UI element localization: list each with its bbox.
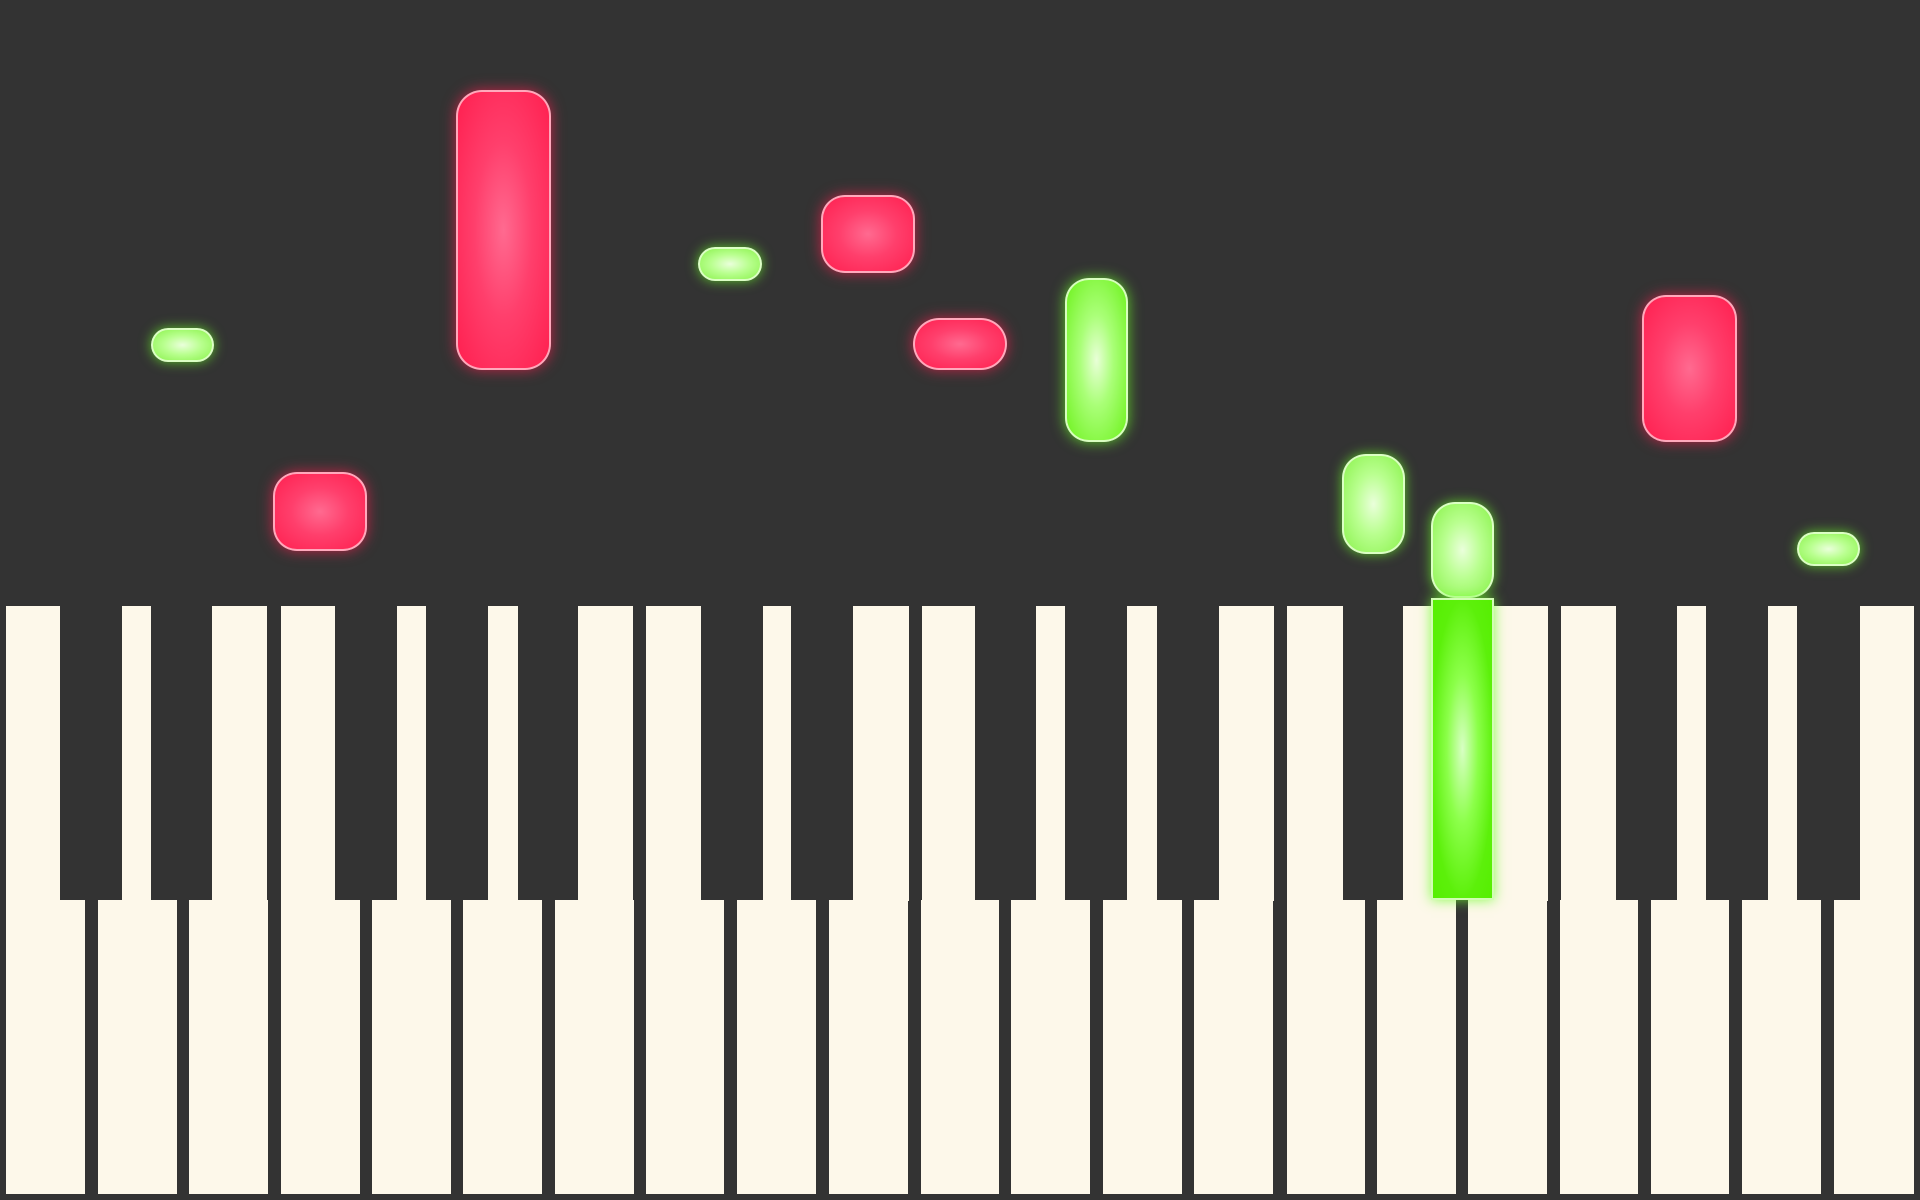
white-key[interactable] <box>6 900 85 1194</box>
white-key-upper[interactable] <box>212 606 267 901</box>
black-key[interactable] <box>153 606 210 900</box>
white-key-upper[interactable] <box>1403 606 1432 901</box>
note-green-5 <box>1431 502 1494 598</box>
white-key[interactable] <box>1560 900 1638 1194</box>
white-key-upper[interactable] <box>1219 606 1274 901</box>
white-key-upper[interactable] <box>922 606 975 901</box>
white-key-upper[interactable] <box>1494 606 1548 901</box>
note-red-4 <box>913 318 1007 370</box>
note-green-1 <box>151 328 214 362</box>
note-green-2 <box>698 247 762 281</box>
white-key[interactable] <box>1834 900 1914 1194</box>
white-key[interactable] <box>921 900 999 1194</box>
black-key[interactable] <box>337 606 395 900</box>
white-key[interactable] <box>281 900 360 1194</box>
black-key[interactable] <box>1618 606 1675 900</box>
white-key[interactable] <box>463 900 542 1194</box>
white-key[interactable] <box>555 900 634 1194</box>
black-key[interactable] <box>1799 606 1858 900</box>
black-key[interactable] <box>793 606 851 900</box>
note-green-6 <box>1797 532 1860 566</box>
white-key-upper[interactable] <box>397 606 426 901</box>
white-key[interactable] <box>829 900 908 1194</box>
white-key[interactable] <box>98 900 177 1194</box>
white-key-upper[interactable] <box>6 606 60 901</box>
note-red-2 <box>273 472 367 551</box>
white-key-upper[interactable] <box>1036 606 1065 901</box>
white-key-upper[interactable] <box>281 606 335 901</box>
piano-roll-stage <box>0 0 1920 1200</box>
white-key-upper[interactable] <box>1677 606 1706 901</box>
black-key[interactable] <box>1067 606 1125 900</box>
white-key-upper[interactable] <box>1768 606 1797 901</box>
white-key[interactable] <box>1468 900 1547 1194</box>
black-key[interactable] <box>977 606 1034 900</box>
black-key[interactable] <box>62 606 120 900</box>
white-key-upper[interactable] <box>763 606 791 901</box>
note-red-1 <box>456 90 551 370</box>
white-key[interactable] <box>1651 900 1729 1194</box>
white-key[interactable] <box>372 900 451 1194</box>
white-key-upper[interactable] <box>1287 606 1343 901</box>
white-key-upper[interactable] <box>1860 606 1914 901</box>
black-key[interactable] <box>520 606 576 900</box>
key-black-pressed[interactable] <box>1431 598 1494 900</box>
white-key-upper[interactable] <box>646 606 701 901</box>
white-key[interactable] <box>646 900 724 1194</box>
white-key[interactable] <box>1742 900 1821 1194</box>
white-key-upper[interactable] <box>1127 606 1157 901</box>
white-key[interactable] <box>189 900 268 1194</box>
note-green-4 <box>1342 454 1405 554</box>
white-key-upper[interactable] <box>853 606 909 901</box>
white-key-upper[interactable] <box>122 606 151 901</box>
white-key[interactable] <box>1103 900 1182 1194</box>
black-key[interactable] <box>703 606 761 900</box>
white-key[interactable] <box>737 900 816 1194</box>
note-red-3 <box>821 195 915 273</box>
note-red-5 <box>1642 295 1737 442</box>
black-key[interactable] <box>1345 606 1401 900</box>
black-key[interactable] <box>1708 606 1766 900</box>
white-key[interactable] <box>1377 900 1456 1194</box>
white-key[interactable] <box>1287 900 1365 1194</box>
white-key-upper[interactable] <box>578 606 633 901</box>
black-key[interactable] <box>428 606 486 900</box>
white-key-upper[interactable] <box>488 606 518 901</box>
white-key[interactable] <box>1011 900 1090 1194</box>
white-key-upper[interactable] <box>1561 606 1616 901</box>
black-key[interactable] <box>1159 606 1217 900</box>
note-green-3 <box>1065 278 1128 442</box>
white-key[interactable] <box>1194 900 1273 1194</box>
